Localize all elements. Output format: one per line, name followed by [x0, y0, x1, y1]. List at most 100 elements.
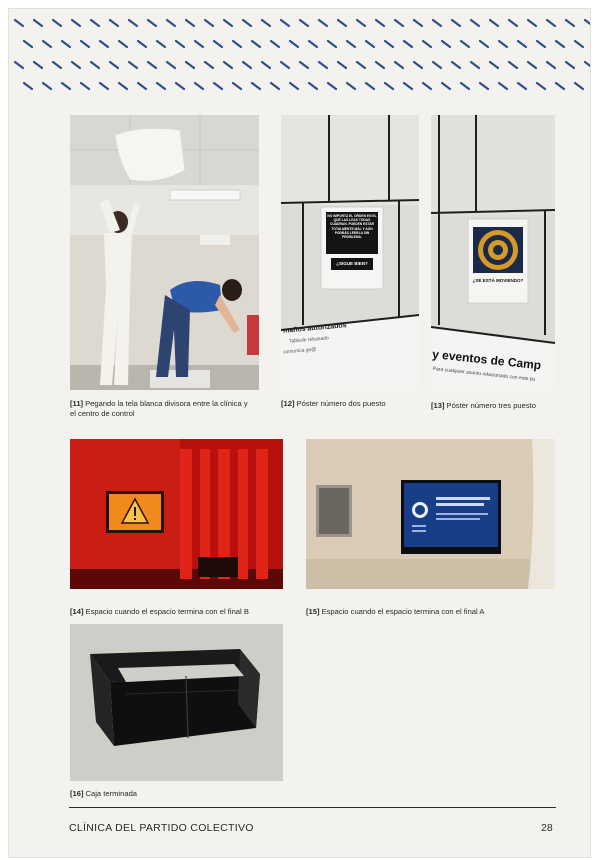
dash-mark [583, 60, 590, 68]
dash-mark [70, 18, 82, 28]
figure-number: [16] [70, 789, 84, 798]
dash-mark [212, 39, 224, 49]
dash-mark [165, 60, 177, 70]
dash-mark [288, 81, 300, 91]
dash-mark [288, 39, 300, 49]
dash-mark [459, 81, 471, 91]
dash-mark [421, 39, 433, 49]
figure-11-photo [70, 115, 259, 390]
dash-mark [184, 60, 196, 70]
dash-mark [222, 60, 234, 70]
dash-mark [459, 39, 471, 49]
dash-mark [155, 39, 167, 49]
dash-mark [98, 39, 110, 49]
dash-mark [535, 81, 547, 91]
dash-mark [440, 39, 452, 49]
dash-mark [146, 60, 158, 70]
figure-number: [14] [70, 607, 84, 616]
dash-mark [60, 39, 72, 49]
dash-mark [32, 60, 44, 70]
dash-mark [402, 81, 414, 91]
dash-mark [364, 81, 376, 91]
dash-mark [117, 39, 129, 49]
dash-mark [412, 18, 424, 28]
dash-mark [108, 60, 120, 70]
footer-divider [69, 807, 556, 808]
figure-16-caption: [16] Caja terminada [70, 789, 270, 799]
dash-mark [70, 60, 82, 70]
dash-mark [79, 39, 91, 49]
dash-mark [383, 81, 395, 91]
dash-mark [317, 18, 329, 28]
caption-text: Espacio cuando el espacio termina con el… [85, 607, 249, 616]
figure-13-caption: [13] Póster número tres puesto [431, 401, 561, 411]
dash-mark [345, 81, 357, 91]
dash-mark [478, 39, 490, 49]
page-number: 28 [541, 822, 553, 834]
dash-mark [469, 60, 481, 70]
dash-mark [469, 18, 481, 28]
caption-text: Póster número dos puesto [296, 399, 386, 408]
dash-mark [193, 39, 205, 49]
dash-mark [155, 81, 167, 91]
dash-mark [98, 81, 110, 91]
dash-mark [212, 81, 224, 91]
dash-mark [431, 18, 443, 28]
dash-mark [165, 18, 177, 28]
caption-text: Pegando la tela blanca divisora entre la… [70, 399, 248, 418]
dash-mark [545, 18, 557, 28]
dash-mark [573, 81, 585, 91]
dash-mark [136, 39, 148, 49]
dash-mark [364, 39, 376, 49]
dash-mark [127, 18, 139, 28]
dash-mark [146, 18, 158, 28]
dash-mark [545, 60, 557, 70]
dash-mark [488, 60, 500, 70]
dash-mark [231, 39, 243, 49]
figure-16-photo [70, 624, 283, 781]
dash-mark [51, 18, 63, 28]
figure-13-photo: ¿SE ESTÁ MOVIENDO? y eventos de Camp Par… [431, 115, 555, 390]
figure-number: [15] [306, 607, 320, 616]
dash-mark [554, 81, 566, 91]
dash-mark [431, 60, 443, 70]
dash-mark [231, 81, 243, 91]
dash-mark [374, 60, 386, 70]
dash-mark [402, 39, 414, 49]
figure-number: [11] [70, 399, 84, 408]
dash-mark [13, 18, 25, 28]
dash-mark [174, 39, 186, 49]
poster-three-heading: ¿SE ESTÁ MOVIENDO? [472, 278, 524, 283]
dash-mark [298, 18, 310, 28]
dash-mark [136, 81, 148, 91]
caption-text: Espacio cuando el espacio termina con el… [321, 607, 485, 616]
dash-mark [317, 60, 329, 70]
dash-mark [51, 60, 63, 70]
dash-mark [393, 18, 405, 28]
dash-mark [355, 60, 367, 70]
dash-mark [516, 81, 528, 91]
footer-title: CLÍNICA DEL PARTIDO COLECTIVO [69, 822, 254, 834]
dash-mark [526, 18, 538, 28]
figure-14-photo [70, 439, 283, 589]
dash-mark [421, 81, 433, 91]
dash-mark [573, 39, 585, 49]
dash-mark [488, 18, 500, 28]
dash-mark [269, 81, 281, 91]
dash-mark [345, 39, 357, 49]
dash-mark [526, 60, 538, 70]
dash-mark [355, 18, 367, 28]
dash-mark [307, 81, 319, 91]
dash-mark [507, 18, 519, 28]
dash-mark [440, 81, 452, 91]
figure-15-photo [306, 439, 555, 589]
dash-mark [326, 81, 338, 91]
dash-mark [193, 81, 205, 91]
dash-mark [117, 81, 129, 91]
dash-mark [279, 60, 291, 70]
dash-mark [127, 60, 139, 70]
dash-mark [22, 39, 34, 49]
dash-mark [269, 39, 281, 49]
dash-mark [383, 39, 395, 49]
dash-mark [250, 39, 262, 49]
